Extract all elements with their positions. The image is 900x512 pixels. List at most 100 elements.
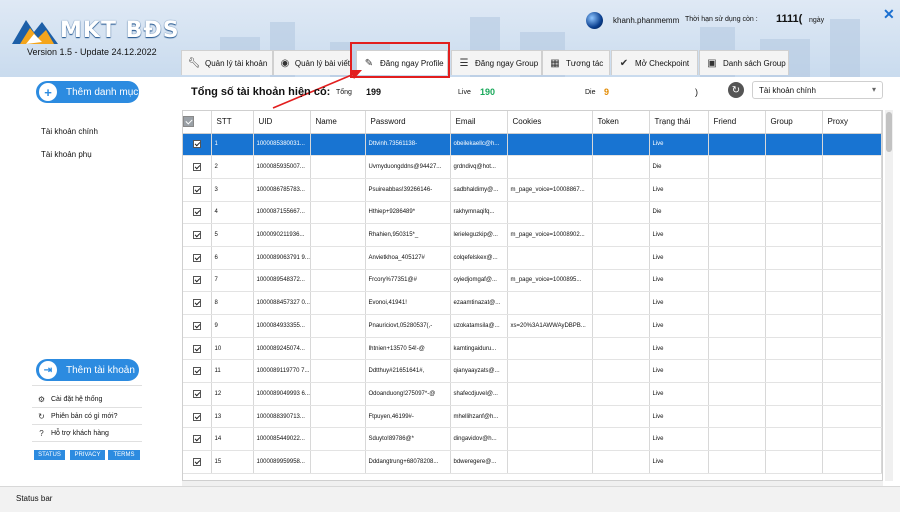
checkbox-icon[interactable] [192, 412, 201, 421]
checkbox-icon[interactable] [192, 389, 201, 398]
checkbox-icon[interactable] [192, 208, 201, 217]
table-row[interactable]: 7 1000089548372... Frcory%77351@# oyiedjomg… [183, 269, 882, 293]
table-cell: Ftpuyen,46199#- [365, 405, 451, 429]
row-checkbox[interactable] [183, 223, 212, 247]
row-checkbox[interactable] [183, 314, 212, 338]
table-row[interactable]: 10 1000089245074... Ihtnien+13570 54!-@ kam… [183, 337, 882, 361]
table-cell [708, 155, 766, 179]
table-cell: obeilekaellc@h... [450, 133, 508, 157]
table-cell [310, 291, 366, 315]
row-checkbox[interactable] [183, 427, 212, 452]
table-row[interactable]: 6 1000089063791 9... Anvietkhoa_405127# col… [183, 246, 882, 270]
row-checkbox[interactable] [183, 337, 212, 361]
table-cell [310, 450, 366, 474]
table-row[interactable]: 1 1000085380031... Dttvinh.73561138- obeile… [183, 133, 882, 157]
row-checkbox[interactable] [183, 201, 212, 225]
table-cell [765, 246, 823, 270]
terms-chip[interactable]: TERMS [108, 450, 140, 460]
table-cell [822, 223, 882, 247]
table-cell: Rhahien,950315*_ [365, 223, 451, 247]
checkbox-icon[interactable] [192, 299, 201, 308]
table-cell: Sduyto!89786@* [365, 427, 451, 452]
table-row[interactable]: 8 1000088457327 0... Evonoi,41941! ezaamtin… [183, 291, 882, 315]
table-cell: Pnauriciovt,05280537(,- [365, 314, 451, 338]
checkbox-icon[interactable] [192, 185, 201, 194]
account-type-select[interactable]: Tài khoản chính ▾ [752, 81, 883, 99]
support-link[interactable]: ? Hỗ trợ khách hàng [37, 429, 109, 438]
table-cell: 1000089548372... [253, 269, 311, 293]
table-row[interactable]: 9 1000084933355... Pnauriciovt,05280537(,-… [183, 314, 882, 338]
settings-link[interactable]: ⚙ Cài đặt hệ thống [37, 395, 102, 404]
checkbox-icon[interactable] [192, 253, 201, 262]
tab-danh-sach-group[interactable]: ▣ Danh sách Group [699, 50, 789, 75]
live-label: Live [458, 89, 471, 96]
table-cell: 1000085935007... [253, 155, 311, 179]
row-checkbox[interactable] [183, 450, 212, 474]
tab-tuong-tac[interactable]: ▦ Tương tác [542, 50, 610, 75]
row-checkbox[interactable] [183, 269, 212, 293]
sidebar-item-tai-khoan-chinh[interactable]: Tài khoản chính [41, 127, 98, 136]
checkbox-icon[interactable] [192, 321, 201, 330]
tab-dang-ngay-group[interactable]: ☰ Đăng ngay Group [451, 50, 542, 75]
table-cell: 1000089049993 6... [253, 382, 311, 406]
table-row[interactable]: 2 1000085935007... Uvmyduongddns@94427... g… [183, 155, 882, 179]
table-cell: m_page_voice=10008867... [507, 178, 593, 202]
vertical-scrollbar[interactable] [885, 110, 893, 481]
table-cell: Frcory%77351@# [365, 269, 451, 293]
wrench-icon: 🔧︎ [187, 57, 201, 69]
table-cell [765, 382, 823, 406]
status-chip[interactable]: STATUS [34, 450, 65, 460]
row-checkbox[interactable] [183, 291, 212, 315]
table-cell: shafecdjuvel@... [450, 382, 508, 406]
table-row[interactable]: 12 1000089049993 6... Odoanduong!275097*-@… [183, 382, 882, 406]
column-header: Password [365, 111, 451, 134]
table-row[interactable]: 14 1000085449022... Sduyto!89786@* dingavid… [183, 427, 882, 452]
checkbox-icon[interactable] [192, 276, 201, 285]
add-account-button[interactable]: ⇥ Thêm tài khoản [36, 359, 139, 381]
checkbox-icon[interactable] [192, 163, 201, 172]
checkbox-icon[interactable] [192, 367, 201, 376]
table-cell: grdndivq@hot... [450, 155, 508, 179]
scroll-thumb[interactable] [886, 112, 892, 152]
row-checkbox[interactable] [183, 246, 212, 270]
table-row[interactable]: 5 1000090211936... Rhahien,950315*_ leriele… [183, 223, 882, 247]
refresh-button[interactable]: ↻ [728, 82, 744, 98]
row-checkbox[interactable] [183, 178, 212, 202]
table-cell: Dddangtrung+68078208... [365, 450, 451, 474]
select-all-checkbox[interactable] [183, 111, 212, 134]
expiry-unit: ngày [809, 17, 825, 24]
privacy-chip[interactable]: PRIVACY [70, 450, 105, 460]
table-cell: 1000088390713... [253, 405, 311, 429]
table-row[interactable]: 11 1000089119770 7... Ddtthuy#21651641#, qi… [183, 359, 882, 384]
table-row[interactable]: 15 1000089959958... Dddangtrung+68078208..… [183, 450, 882, 474]
table-row[interactable]: 13 1000088390713... Ftpuyen,46199#- mhellih… [183, 405, 882, 429]
expiry-value: 1111( [776, 13, 803, 25]
tab-quan-ly-tai-khoan[interactable]: 🔧︎ Quản lý tài khoản [181, 50, 273, 75]
row-checkbox[interactable] [183, 359, 212, 384]
tab-mo-checkpoint[interactable]: ✔︎ Mở Checkpoint [611, 50, 698, 75]
row-checkbox[interactable] [183, 405, 212, 429]
row-checkbox[interactable] [183, 155, 212, 179]
checkbox-icon[interactable] [192, 140, 201, 149]
table-cell [708, 405, 766, 429]
sidebar-item-tai-khoan-phu[interactable]: Tài khoản phụ [41, 150, 92, 159]
add-category-button[interactable]: + Thêm danh mục [36, 81, 139, 103]
table-cell: 1000090211936... [253, 223, 311, 247]
table-cell [310, 178, 366, 202]
whats-new-link[interactable]: ↻ Phiên bản có gì mới? [37, 412, 117, 421]
table-cell [592, 246, 650, 270]
table-cell [592, 178, 650, 202]
table-cell [592, 405, 650, 429]
checkbox-icon[interactable] [192, 435, 201, 444]
checkbox-icon[interactable] [192, 457, 201, 466]
table-row[interactable]: 3 1000086785783... Psuireabbas!39266146- sa… [183, 178, 882, 202]
avatar[interactable] [586, 12, 603, 29]
table-row[interactable]: 4 1000087155667... Hthiep+9286489* rakhymna… [183, 201, 882, 225]
tab-label: Tương tác [566, 58, 604, 68]
close-icon[interactable]: ✕ [883, 6, 895, 23]
checkbox-icon[interactable] [192, 344, 201, 353]
row-checkbox[interactable] [183, 133, 212, 157]
checkbox-icon[interactable] [192, 231, 201, 240]
row-checkbox[interactable] [183, 382, 212, 406]
checkbox-icon[interactable] [183, 116, 194, 128]
